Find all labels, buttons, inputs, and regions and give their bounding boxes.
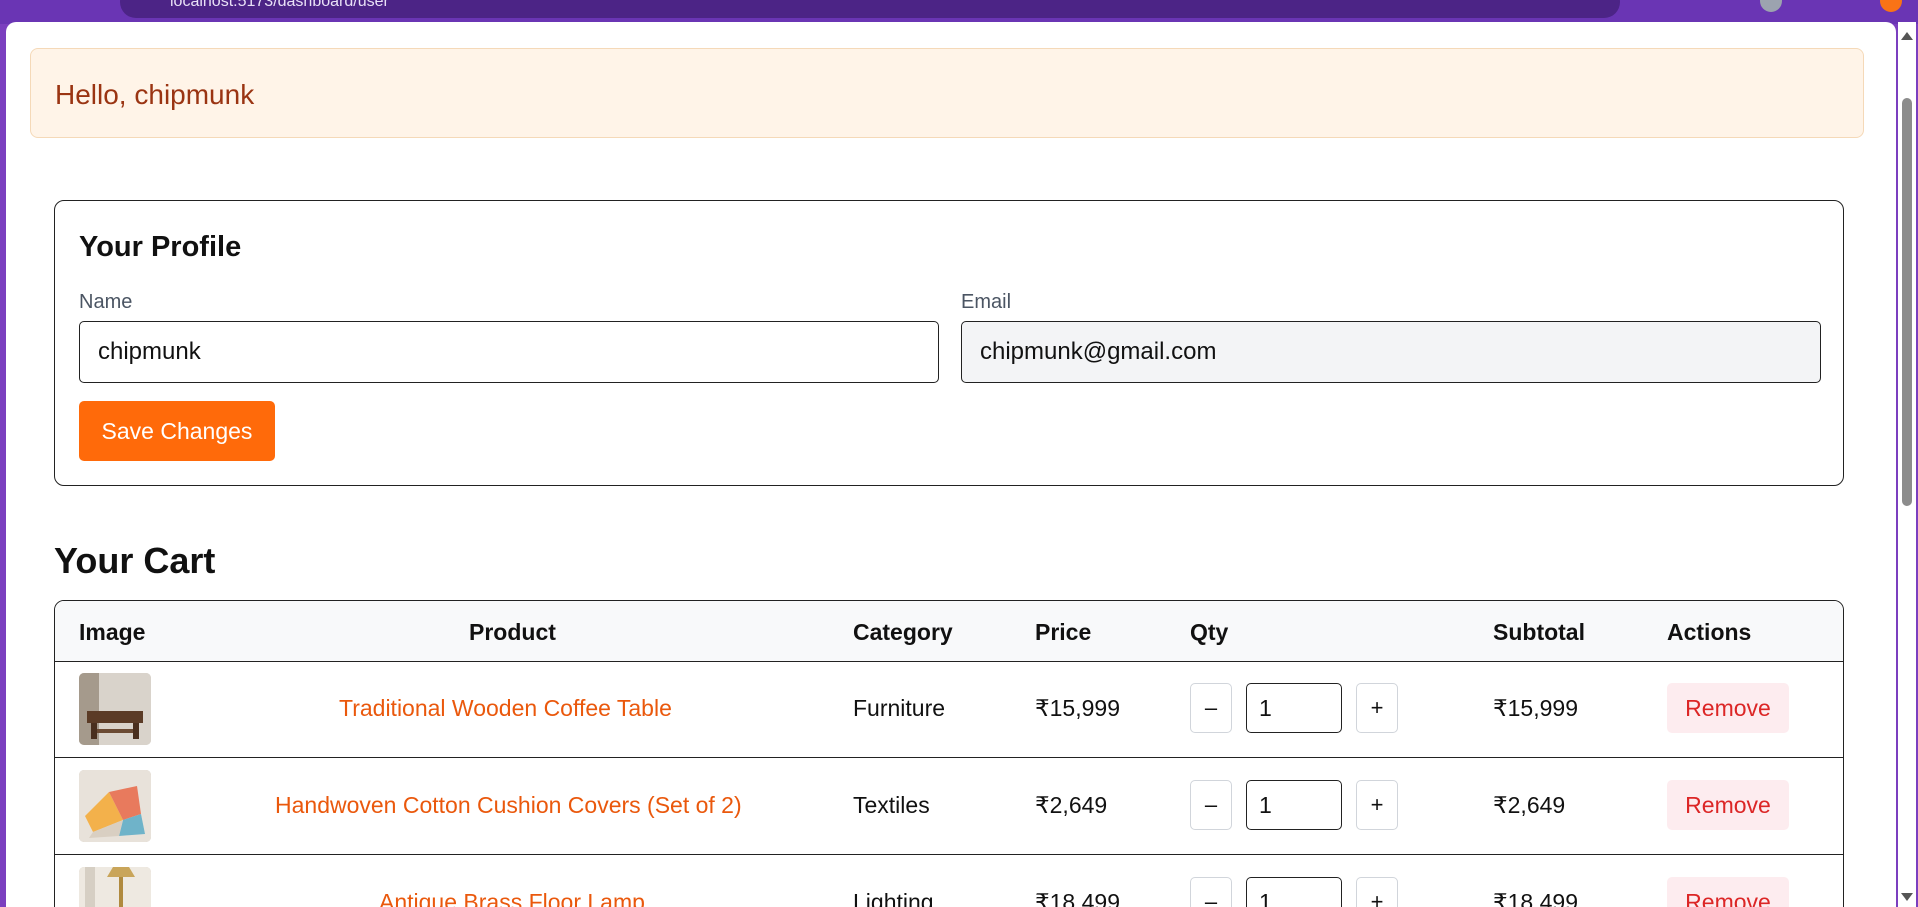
product-name[interactable]: Antique Brass Floor Lamp — [379, 889, 645, 907]
decrease-qty-button[interactable]: – — [1190, 683, 1232, 733]
product-category: Textiles — [853, 792, 930, 818]
product-subtotal: ₹2,649 — [1493, 792, 1566, 818]
scrollbar-thumb[interactable] — [1902, 98, 1912, 506]
page-scrollbar[interactable] — [1898, 22, 1916, 907]
qty-input[interactable] — [1246, 877, 1342, 907]
page-viewport: Hello, chipmunk Your Profile Name Email … — [6, 22, 1896, 907]
cart-table-header: Image Product Category Price Qty Subtota… — [55, 601, 1843, 662]
decrease-qty-button[interactable]: – — [1190, 780, 1232, 830]
scroll-down-arrow-icon[interactable] — [1901, 893, 1913, 901]
increase-qty-button[interactable]: + — [1356, 780, 1398, 830]
save-changes-button[interactable]: Save Changes — [79, 401, 275, 461]
decrease-qty-button[interactable]: – — [1190, 877, 1232, 907]
remove-button[interactable]: Remove — [1667, 683, 1789, 733]
product-price: ₹15,999 — [1035, 695, 1120, 721]
product-category: Lighting — [853, 889, 934, 907]
header-category: Category — [853, 619, 953, 645]
product-price: ₹2,649 — [1035, 792, 1108, 818]
header-qty: Qty — [1190, 619, 1229, 645]
product-subtotal: ₹18,499 — [1493, 889, 1578, 907]
name-input[interactable] — [79, 321, 939, 383]
header-actions: Actions — [1667, 619, 1752, 645]
cart-title: Your Cart — [54, 540, 216, 581]
product-image — [79, 673, 151, 745]
header-image: Image — [79, 619, 146, 645]
header-product: Product — [469, 619, 556, 645]
product-name[interactable]: Handwoven Cotton Cushion Covers (Set of … — [275, 792, 742, 818]
product-price: ₹18,499 — [1035, 889, 1120, 907]
profile-title: Your Profile — [79, 231, 242, 263]
profile-avatar-icon[interactable] — [1760, 0, 1782, 12]
cart-table: Image Product Category Price Qty Subtota… — [54, 600, 1844, 907]
product-name[interactable]: Traditional Wooden Coffee Table — [339, 695, 672, 721]
email-input[interactable] — [961, 321, 1821, 383]
table-row: Traditional Wooden Coffee Table Furnitur… — [55, 661, 1843, 758]
header-price: Price — [1035, 619, 1092, 645]
extension-icon[interactable] — [1880, 0, 1902, 12]
product-link[interactable]: Handwoven Cotton Cushion Covers (Set of … — [275, 792, 742, 819]
profile-card: Your Profile Name Email Save Changes — [54, 200, 1844, 486]
header-subtotal: Subtotal — [1493, 619, 1585, 645]
qty-input[interactable] — [1246, 780, 1342, 830]
browser-toolbar: localhost:5173/dashboard/user — [0, 0, 1918, 24]
qty-input[interactable] — [1246, 683, 1342, 733]
product-image — [79, 867, 151, 907]
product-link[interactable]: Antique Brass Floor Lamp — [379, 889, 645, 907]
increase-qty-button[interactable]: + — [1356, 877, 1398, 907]
product-subtotal: ₹15,999 — [1493, 695, 1578, 721]
address-bar[interactable]: localhost:5173/dashboard/user — [120, 0, 1620, 18]
greeting-text: Hello, chipmunk — [55, 79, 255, 110]
name-label: Name — [79, 291, 133, 313]
scroll-up-arrow-icon[interactable] — [1901, 32, 1913, 40]
increase-qty-button[interactable]: + — [1356, 683, 1398, 733]
greeting-banner: Hello, chipmunk — [30, 48, 1864, 138]
product-category: Furniture — [853, 695, 946, 721]
remove-button[interactable]: Remove — [1667, 877, 1789, 907]
product-link[interactable]: Traditional Wooden Coffee Table — [339, 695, 672, 722]
table-row: Handwoven Cotton Cushion Covers (Set of … — [55, 758, 1843, 855]
product-image — [79, 770, 151, 842]
table-row: Antique Brass Floor Lamp Lighting ₹18,49… — [55, 855, 1843, 907]
email-label: Email — [961, 291, 1012, 313]
remove-button[interactable]: Remove — [1667, 780, 1789, 830]
